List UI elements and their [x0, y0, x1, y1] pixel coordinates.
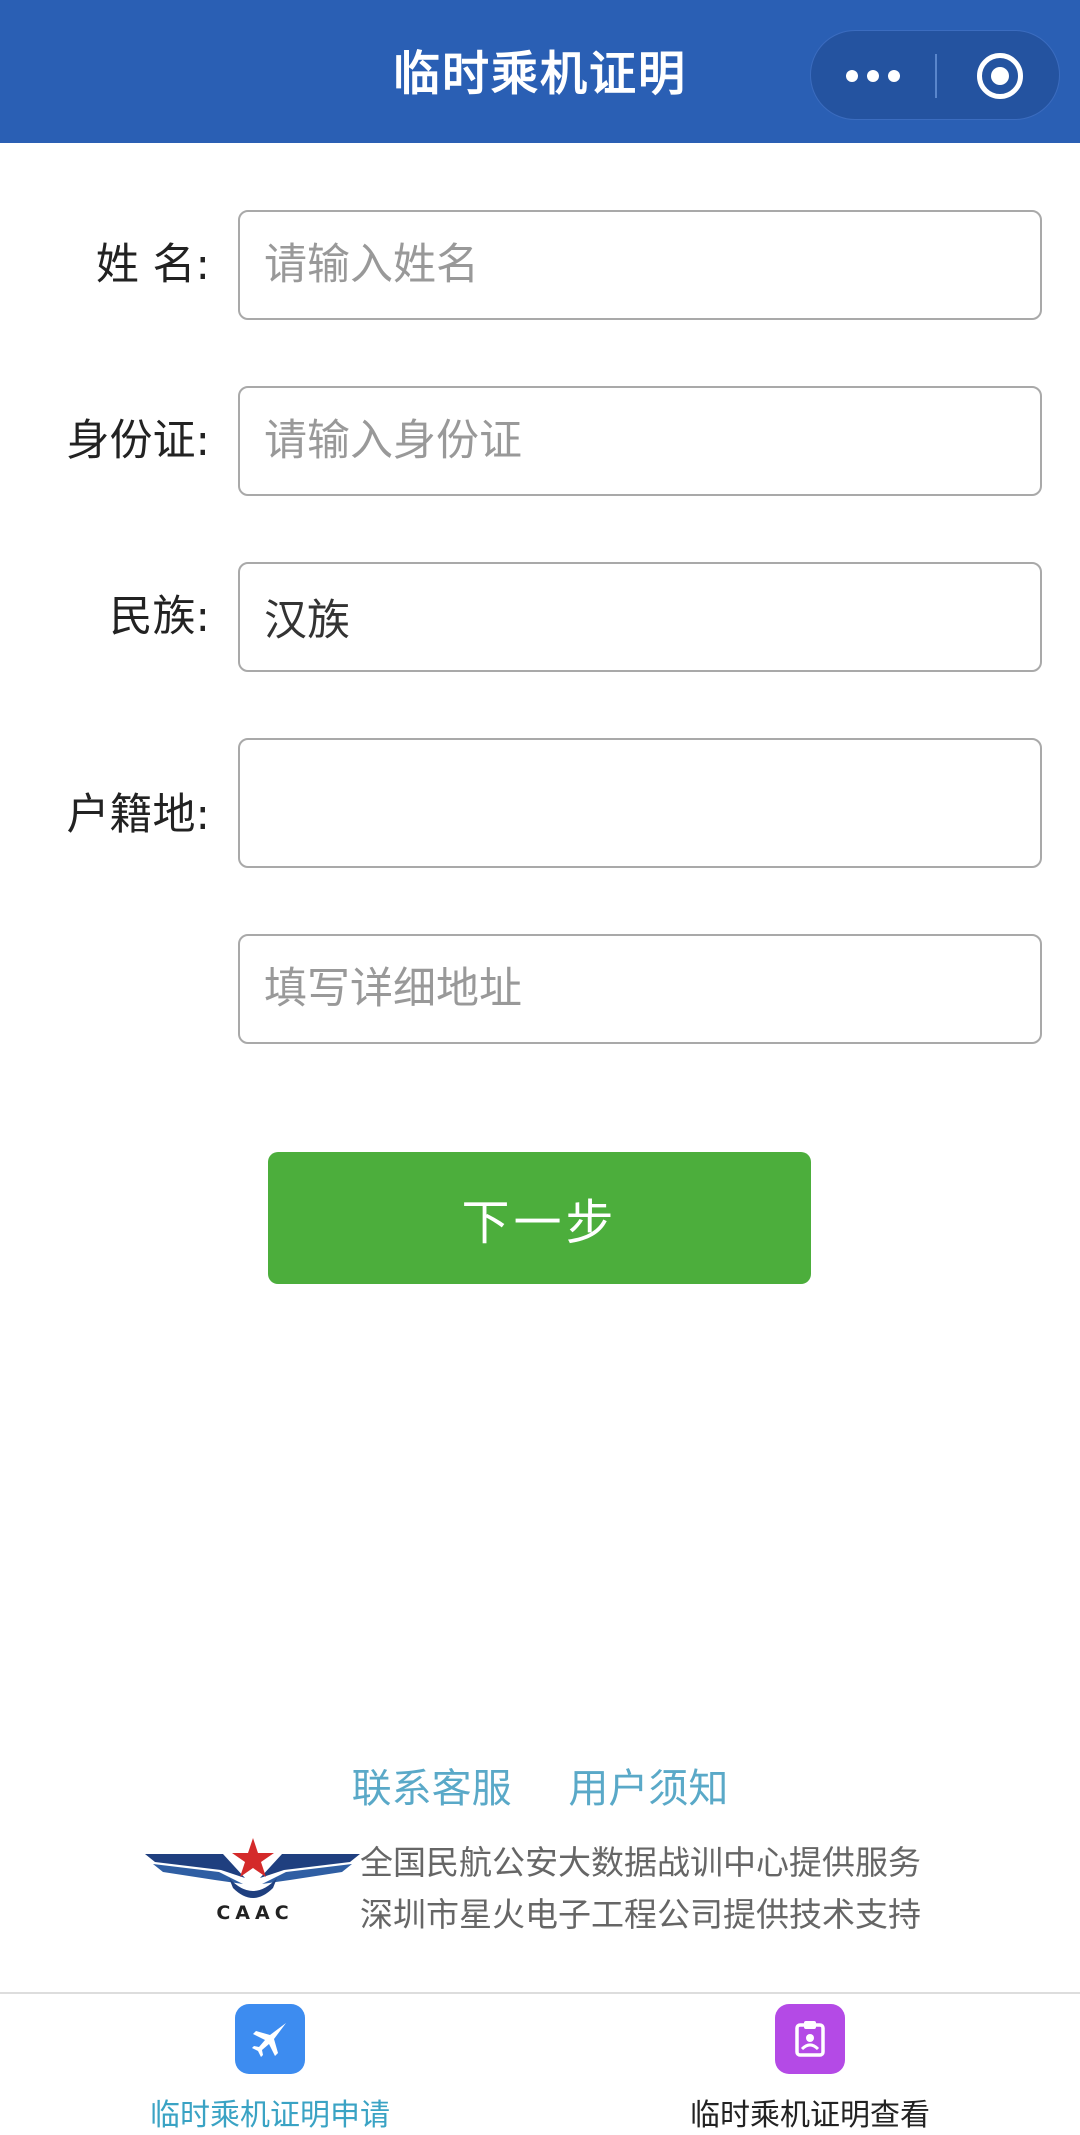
- ethnicity-label: 民族:: [109, 592, 211, 642]
- name-input[interactable]: [238, 210, 1042, 320]
- id-card-label: 身份证:: [66, 416, 211, 466]
- id-card-input[interactable]: [238, 386, 1042, 496]
- caac-logo-text: CAAC: [216, 1902, 294, 1924]
- footer-links: 联系客服 用户须知: [0, 1756, 1080, 1814]
- capsule-divider: [935, 54, 937, 98]
- tech-support-text: 深圳市星火电子工程公司提供技术支持: [360, 1895, 921, 1934]
- ethnicity-select[interactable]: [238, 562, 1042, 672]
- household-region-picker[interactable]: [238, 738, 1042, 868]
- mini-program-capsule: [810, 30, 1060, 120]
- next-step-button[interactable]: 下一步: [268, 1152, 811, 1284]
- contact-service-link[interactable]: 联系客服: [352, 1766, 512, 1812]
- target-circle-icon[interactable]: [977, 53, 1023, 99]
- airplane-icon: [235, 2004, 305, 2074]
- bottom-tab-bar: 临时乘机证明申请 临时乘机证明查看: [0, 1992, 1080, 2135]
- household-label: 户籍地:: [66, 790, 211, 840]
- tab-apply-label: 临时乘机证明申请: [150, 2098, 390, 2133]
- user-notice-link[interactable]: 用户须知: [568, 1766, 728, 1812]
- address-input[interactable]: [238, 934, 1042, 1044]
- tab-apply[interactable]: 临时乘机证明申请: [80, 1994, 460, 2135]
- name-label: 姓 名:: [95, 240, 210, 290]
- tab-view-label: 临时乘机证明查看: [690, 2098, 930, 2133]
- more-dots-icon[interactable]: [811, 31, 935, 121]
- service-provider-text: 全国民航公安大数据战训中心提供服务: [360, 1843, 921, 1882]
- nav-header: 临时乘机证明: [0, 0, 1080, 143]
- clipboard-icon: [775, 2004, 845, 2074]
- tab-view[interactable]: 临时乘机证明查看: [620, 1994, 1000, 2135]
